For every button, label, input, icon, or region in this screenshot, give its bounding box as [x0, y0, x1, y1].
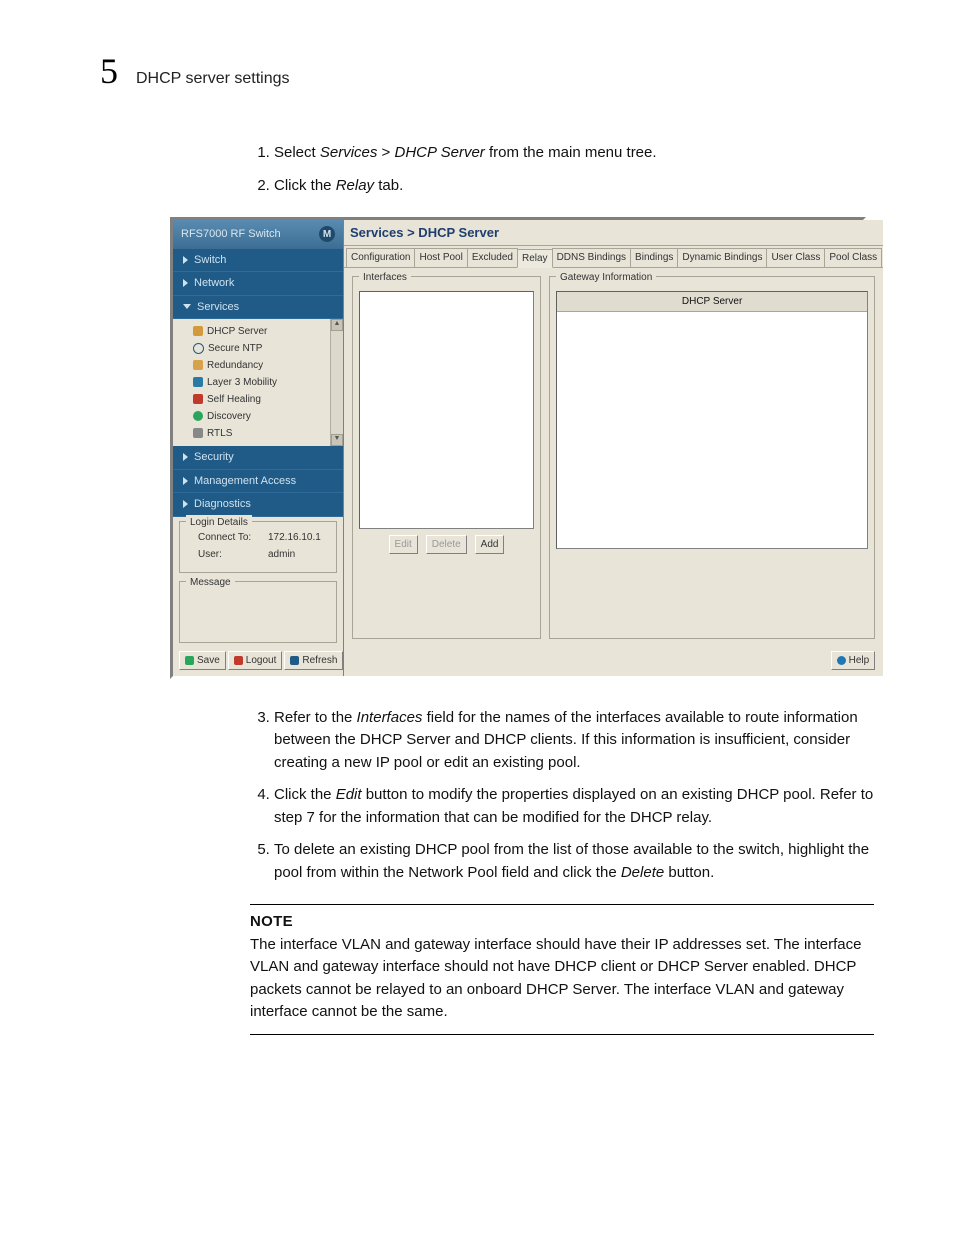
nav-security[interactable]: Security: [173, 446, 343, 470]
gw-col-dhcp[interactable]: DHCP Server: [557, 292, 867, 311]
save-button[interactable]: Save: [179, 651, 226, 670]
tab-ddns-bindings[interactable]: DDNS Bindings: [552, 248, 631, 267]
scroll-up-icon[interactable]: ▲: [331, 319, 343, 331]
tree-secure-ntp[interactable]: Secure NTP: [179, 340, 341, 357]
discovery-icon: [193, 411, 203, 421]
tree-self-healing[interactable]: Self Healing: [179, 391, 341, 408]
tab-host-pool[interactable]: Host Pool: [414, 248, 467, 267]
help-icon: [837, 656, 846, 665]
nav-network[interactable]: Network: [173, 272, 343, 296]
tab-relay[interactable]: Relay: [517, 249, 553, 268]
brand-bar: RFS7000 RF Switch M: [173, 220, 343, 249]
tab-bindings[interactable]: Bindings: [630, 248, 678, 267]
edit-button[interactable]: Edit: [389, 535, 418, 554]
services-tree: DHCP Server Secure NTP Redundancy Layer …: [173, 319, 343, 446]
connect-value: 172.16.10.1: [268, 530, 321, 545]
healing-icon: [193, 394, 203, 404]
tab-dynamic-bindings[interactable]: Dynamic Bindings: [677, 248, 767, 267]
login-details: Login Details Connect To:172.16.10.1 Use…: [179, 521, 337, 573]
tree-rtls[interactable]: RTLS: [179, 425, 341, 442]
redundancy-icon: [193, 360, 203, 370]
tab-bar: Configuration Host Pool Excluded Relay D…: [344, 246, 883, 268]
dhcp-icon: [193, 326, 203, 336]
note-body: The interface VLAN and gateway interface…: [250, 934, 874, 1024]
interfaces-listbox[interactable]: [359, 291, 534, 529]
steps-bottom: Refer to the Interfaces field for the na…: [250, 707, 874, 885]
chapter-number: 5: [100, 50, 118, 92]
mobility-icon: [193, 377, 203, 387]
brand-logo-icon: M: [319, 226, 335, 242]
clock-icon: [193, 343, 204, 354]
step-5: To delete an existing DHCP pool from the…: [274, 839, 874, 884]
step-1: Select Services > DHCP Server from the m…: [274, 142, 874, 165]
tab-pool-class[interactable]: Pool Class: [824, 248, 882, 267]
tree-scrollbar[interactable]: ▲ ▼: [330, 319, 343, 446]
tree-dhcp-server[interactable]: DHCP Server: [179, 323, 341, 340]
refresh-icon: [290, 656, 299, 665]
tab-excluded[interactable]: Excluded: [467, 248, 518, 267]
steps-top: Select Services > DHCP Server from the m…: [250, 142, 874, 197]
rtls-icon: [193, 428, 203, 438]
nav-services[interactable]: Services: [173, 296, 343, 320]
logout-icon: [234, 656, 243, 665]
page-header: 5 DHCP server settings: [100, 50, 874, 92]
gateway-table[interactable]: DHCP Server: [556, 291, 868, 549]
note-block: NOTE The interface VLAN and gateway inte…: [250, 904, 874, 1035]
nav-switch[interactable]: Switch: [173, 249, 343, 273]
logout-button[interactable]: Logout: [228, 651, 283, 670]
add-button[interactable]: Add: [475, 535, 505, 554]
nav-management-access[interactable]: Management Access: [173, 470, 343, 494]
nav-diagnostics[interactable]: Diagnostics: [173, 493, 343, 517]
breadcrumb: Services > DHCP Server: [344, 220, 883, 246]
step-3: Refer to the Interfaces field for the na…: [274, 707, 874, 775]
brand-text: RFS7000 RF Switch: [181, 226, 281, 243]
message-panel: Message: [179, 581, 337, 643]
tab-configuration[interactable]: Configuration: [346, 248, 415, 267]
tree-discovery[interactable]: Discovery: [179, 408, 341, 425]
note-title: NOTE: [250, 911, 874, 934]
help-button[interactable]: Help: [831, 651, 876, 670]
save-icon: [185, 656, 194, 665]
tree-redundancy[interactable]: Redundancy: [179, 357, 341, 374]
step-4: Click the Edit button to modify the prop…: [274, 784, 874, 829]
scroll-down-icon[interactable]: ▼: [331, 434, 343, 446]
refresh-button[interactable]: Refresh: [284, 651, 343, 670]
interfaces-fieldset: Interfaces Edit Delete Add: [352, 276, 541, 639]
delete-button[interactable]: Delete: [426, 535, 467, 554]
screenshot: RFS7000 RF Switch M Switch Network Servi…: [170, 217, 874, 679]
step-2: Click the Relay tab.: [274, 175, 874, 198]
gateway-fieldset: Gateway Information DHCP Server: [549, 276, 875, 639]
page-title: DHCP server settings: [136, 70, 290, 88]
user-value: admin: [268, 547, 295, 562]
tree-layer3[interactable]: Layer 3 Mobility: [179, 374, 341, 391]
tab-user-class[interactable]: User Class: [766, 248, 825, 267]
